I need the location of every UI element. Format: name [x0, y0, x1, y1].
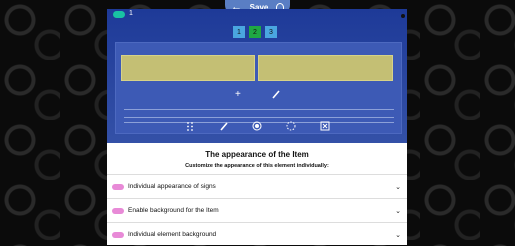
- plus-icon[interactable]: +: [235, 90, 241, 100]
- chevron-down-icon[interactable]: ⌄: [395, 207, 401, 215]
- brush-icon[interactable]: [271, 89, 281, 99]
- delete-box-icon[interactable]: [320, 121, 330, 131]
- tab-3[interactable]: 3: [265, 26, 277, 38]
- row-label: Enable background for the Item: [128, 207, 219, 214]
- chevron-down-icon[interactable]: ⌄: [395, 231, 401, 239]
- toggle-switch[interactable]: [112, 207, 124, 214]
- dashed-circle-icon[interactable]: [286, 121, 296, 131]
- target-icon[interactable]: [252, 121, 262, 131]
- text-field-left[interactable]: [121, 55, 255, 81]
- divider-line: [124, 109, 394, 110]
- toggle-switch[interactable]: [112, 183, 124, 190]
- row-individual-signs[interactable]: Individual appearance of signs ⌄: [107, 174, 407, 198]
- status-dot: [401, 14, 405, 18]
- pencil-icon[interactable]: [219, 121, 229, 131]
- chevron-down-icon[interactable]: ⌄: [395, 183, 401, 191]
- tab-2[interactable]: 2: [249, 26, 261, 38]
- drag-icon[interactable]: [187, 122, 193, 131]
- appearance-sheet: The appearance of the Item Customize the…: [107, 143, 407, 245]
- visibility-toggle[interactable]: [113, 11, 125, 18]
- row-enable-background[interactable]: Enable background for the Item ⌄: [107, 198, 407, 222]
- row-label: Individual appearance of signs: [128, 183, 216, 190]
- divider-line: [124, 117, 394, 118]
- text-field-right[interactable]: [258, 55, 393, 81]
- tab-1[interactable]: 1: [233, 26, 245, 38]
- toggle-value: 1: [129, 10, 133, 17]
- row-label: Individual element background: [128, 231, 217, 238]
- toggle-switch[interactable]: [112, 231, 124, 238]
- sheet-subtitle: Customize the appearance of this element…: [185, 163, 329, 169]
- sheet-title: The appearance of the Item: [205, 150, 309, 159]
- line-tabs: 1 2 3: [233, 26, 277, 38]
- row-element-background[interactable]: Individual element background ⌄: [107, 222, 407, 246]
